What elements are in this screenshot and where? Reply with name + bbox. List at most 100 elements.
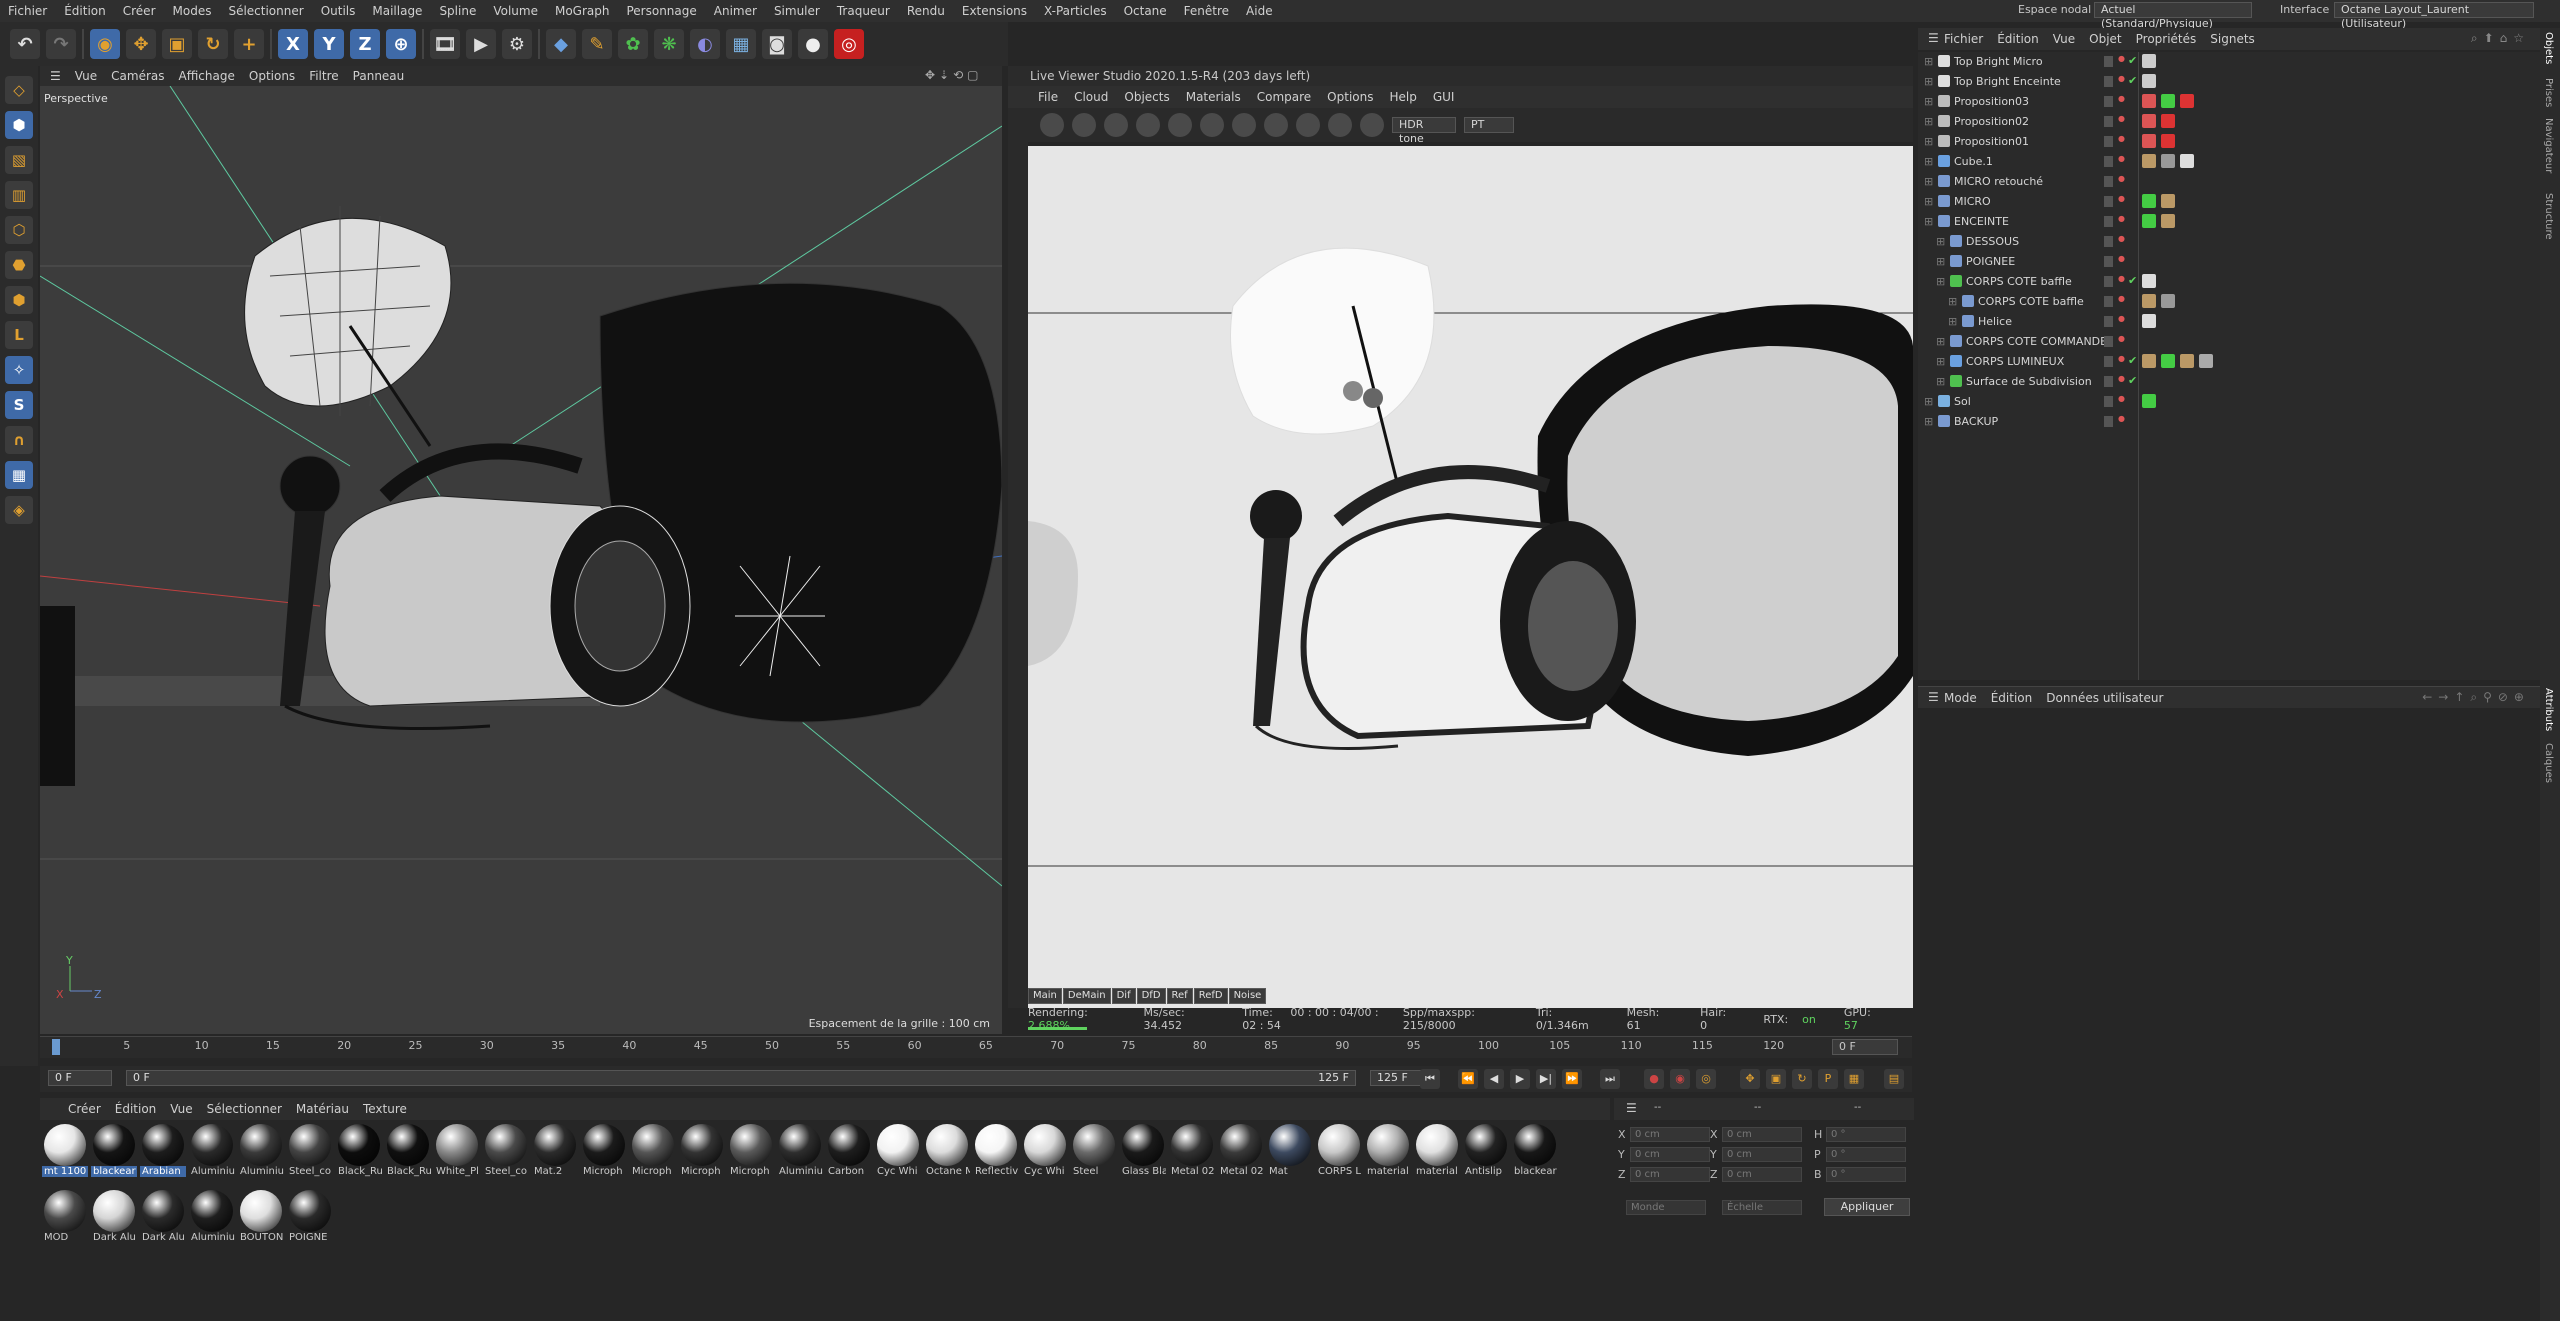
visibility-dot-icon[interactable]: ●: [2118, 254, 2125, 263]
material-swatch[interactable]: MOD: [42, 1190, 88, 1246]
coord-value-field[interactable]: 0 °: [1826, 1147, 1906, 1162]
nodal-space-select[interactable]: Actuel (Standard/Physique): [2094, 2, 2252, 30]
object-tag-icon[interactable]: [2142, 194, 2156, 208]
axis-icon[interactable]: L: [5, 321, 33, 349]
material-swatch[interactable]: Aluminiu: [189, 1190, 235, 1246]
object-tag-icon[interactable]: [2142, 214, 2156, 228]
attr-menu-mode[interactable]: Mode: [1944, 691, 1977, 705]
material-swatch[interactable]: Steel: [1071, 1124, 1117, 1180]
prev-frame-icon[interactable]: ◀: [1484, 1069, 1504, 1089]
object-name[interactable]: Proposition02: [1954, 115, 2029, 128]
object-tag-icon[interactable]: [2142, 394, 2156, 408]
tweak-icon[interactable]: ✧: [5, 356, 33, 384]
scale-icon[interactable]: ▣: [162, 29, 192, 59]
pause-icon[interactable]: [1104, 113, 1128, 137]
material-swatch[interactable]: BOUTON: [238, 1190, 284, 1246]
model-mode-icon[interactable]: ◇: [5, 76, 33, 104]
enabled-check-icon[interactable]: ✔: [2128, 374, 2137, 387]
expand-icon[interactable]: ⊞: [1924, 395, 1933, 408]
material-swatch[interactable]: mt 1100: [42, 1124, 88, 1180]
restart-icon[interactable]: [1072, 113, 1096, 137]
render-view-icon[interactable]: ▶: [466, 29, 496, 59]
y-axis-icon[interactable]: Y: [314, 29, 344, 59]
visibility-dot-icon[interactable]: ●: [2118, 314, 2125, 323]
menu-fenetre[interactable]: Fenêtre: [1184, 4, 1229, 18]
settings-icon[interactable]: [1168, 113, 1192, 137]
menu-creer[interactable]: Créer: [123, 4, 156, 18]
object-name[interactable]: Helice: [1978, 315, 2012, 328]
move-icon[interactable]: ✥: [126, 29, 156, 59]
material-swatch[interactable]: blackear: [91, 1124, 137, 1180]
material-swatch[interactable]: Aluminiu: [238, 1124, 284, 1180]
coord-value-field[interactable]: 0 cm: [1630, 1167, 1710, 1182]
visibility-dot-icon[interactable]: ●: [2118, 294, 2125, 303]
object-row[interactable]: ⊞ Helice ●: [1918, 312, 2540, 332]
kernel-select[interactable]: PT: [1464, 117, 1514, 133]
material-swatch[interactable]: Mat.2: [532, 1124, 578, 1180]
coord-value-field[interactable]: 0 °: [1826, 1127, 1906, 1142]
layer-flag-icon[interactable]: [2104, 416, 2113, 427]
cloner-icon[interactable]: ❋: [654, 29, 684, 59]
object-tag-icon[interactable]: [2161, 354, 2175, 368]
menu-x-particles[interactable]: X-Particles: [1044, 4, 1107, 18]
object-pick-icon[interactable]: [1328, 113, 1352, 137]
lv-menu-help[interactable]: Help: [1389, 90, 1416, 104]
material-swatch[interactable]: material: [1414, 1124, 1460, 1180]
lock-icon[interactable]: [1200, 113, 1224, 137]
material-swatch[interactable]: Reflectiv: [973, 1124, 1019, 1180]
object-tag-icon[interactable]: [2142, 134, 2156, 148]
side-tab-structure[interactable]: Structure: [2543, 193, 2554, 240]
object-tag-icon[interactable]: [2161, 114, 2175, 128]
magnet-icon[interactable]: ∩: [5, 426, 33, 454]
key-param-icon[interactable]: P: [1818, 1069, 1838, 1089]
playhead[interactable]: [52, 1039, 60, 1055]
object-tag-icon[interactable]: [2180, 354, 2194, 368]
layer-flag-icon[interactable]: [2104, 256, 2113, 267]
material-swatch[interactable]: Arabian: [140, 1124, 186, 1180]
viewport-nav-icons[interactable]: ✥⇣⟲▢: [925, 68, 983, 82]
visibility-dot-icon[interactable]: ●: [2118, 94, 2125, 103]
enabled-check-icon[interactable]: ✔: [2128, 54, 2137, 67]
preview-range-bar[interactable]: 0 F 125 F: [126, 1070, 1356, 1086]
render-region-icon[interactable]: 🎞: [430, 29, 460, 59]
object-tag-icon[interactable]: [2161, 294, 2175, 308]
redo-icon[interactable]: ↷: [46, 29, 76, 59]
material-swatch[interactable]: Microph: [728, 1124, 774, 1180]
menu-animer[interactable]: Animer: [714, 4, 757, 18]
deformer-icon[interactable]: ◐: [690, 29, 720, 59]
attr-menu-edition[interactable]: Édition: [1991, 691, 2033, 705]
expand-icon[interactable]: ⊞: [1948, 315, 1957, 328]
object-row[interactable]: ⊞ CORPS LUMINEUX ● ✔: [1918, 352, 2540, 372]
object-row[interactable]: ⊞ CORPS COTE COMMANDE ●: [1918, 332, 2540, 352]
visibility-dot-icon[interactable]: ●: [2118, 54, 2125, 63]
workplane-icon[interactable]: ▦: [5, 461, 33, 489]
om-menu-proprietes[interactable]: Propriétés: [2136, 32, 2197, 46]
mat-menu-texture[interactable]: Texture: [363, 1102, 407, 1116]
layer-flag-icon[interactable]: [2104, 276, 2113, 287]
object-row[interactable]: ⊞ CORPS COTE baffle ● ✔: [1918, 272, 2540, 292]
side-tab-objets[interactable]: Objets: [2543, 32, 2554, 64]
expand-icon[interactable]: ⊞: [1936, 335, 1945, 348]
expand-icon[interactable]: ⊞: [1924, 155, 1933, 168]
autokey-icon[interactable]: ◉: [1670, 1069, 1690, 1089]
x-axis-icon[interactable]: X: [278, 29, 308, 59]
key-position-icon[interactable]: ✥: [1740, 1069, 1760, 1089]
floor-icon[interactable]: ▦: [726, 29, 756, 59]
material-swatch[interactable]: Microph: [679, 1124, 725, 1180]
material-swatch[interactable]: Aluminiu: [189, 1124, 235, 1180]
object-name[interactable]: MICRO: [1954, 195, 1991, 208]
subdivision-icon[interactable]: ✿: [618, 29, 648, 59]
material-swatch[interactable]: material: [1365, 1124, 1411, 1180]
lv-menu-options[interactable]: Options: [1327, 90, 1373, 104]
pen-icon[interactable]: ✎: [582, 29, 612, 59]
camera-icon[interactable]: ◙: [762, 29, 792, 59]
expand-icon[interactable]: ⊞: [1924, 415, 1933, 428]
layer-flag-icon[interactable]: [2104, 196, 2113, 207]
rotate-icon[interactable]: ↻: [198, 29, 228, 59]
menu-octane[interactable]: Octane: [1124, 4, 1167, 18]
timeline-ruler[interactable]: 0510152025303540455055606570758085909510…: [40, 1036, 1912, 1058]
pass-tab-main[interactable]: Main: [1028, 988, 1062, 1004]
expand-icon[interactable]: ⊞: [1924, 215, 1933, 228]
material-swatch[interactable]: Metal 02: [1218, 1124, 1264, 1180]
object-row[interactable]: ⊞ Proposition01 ●: [1918, 132, 2540, 152]
